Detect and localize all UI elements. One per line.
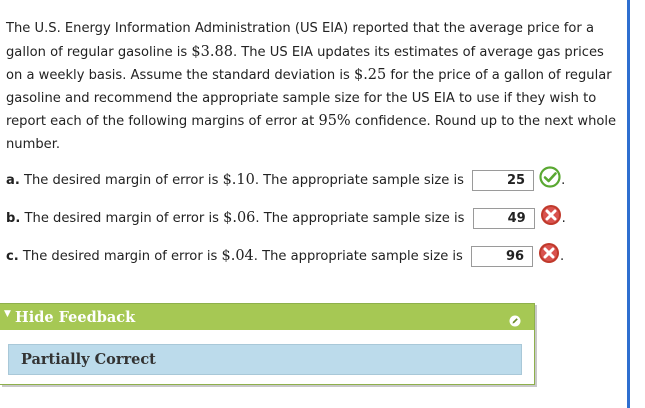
question-item-a: a. The desired margin of error is $.10. …: [6, 165, 565, 192]
sample-size-input[interactable]: 96: [471, 246, 534, 267]
pencil-icon[interactable]: [509, 312, 521, 327]
sample-size-input[interactable]: 49: [472, 208, 535, 229]
item-letter: a.: [6, 173, 20, 188]
feedback-body: Partially Correct: [8, 344, 522, 375]
triangle-down-icon[interactable]: ▼: [4, 309, 11, 319]
correct-check-icon: [539, 165, 561, 188]
margin-of-error: $.04: [221, 248, 254, 264]
incorrect-x-icon: [538, 242, 560, 264]
feedback-status: Partially Correct: [21, 351, 156, 368]
margin-of-error: $.10: [222, 172, 255, 188]
average-price: $3.88: [191, 43, 233, 60]
feedback-header[interactable]: ▼ Hide Feedback: [0, 304, 534, 330]
item-letter: c.: [6, 249, 19, 264]
confidence-level: 95%: [318, 113, 351, 129]
item-letter: b.: [6, 211, 21, 226]
question-item-b: b. The desired margin of error is $.06. …: [6, 204, 566, 230]
hide-feedback-link[interactable]: Hide Feedback: [15, 309, 135, 326]
question-item-c: c. The desired margin of error is $.04. …: [6, 242, 564, 268]
feedback-panel: ▼ Hide Feedback Partially Correct: [0, 303, 535, 385]
sample-size-input[interactable]: 25: [472, 170, 535, 191]
question-text: The U.S. Energy Information Administrati…: [6, 21, 617, 152]
margin-of-error: $.06: [223, 210, 256, 226]
incorrect-x-icon: [540, 204, 562, 226]
right-edge-bar: [627, 0, 630, 408]
standard-deviation: $.25: [353, 67, 387, 83]
